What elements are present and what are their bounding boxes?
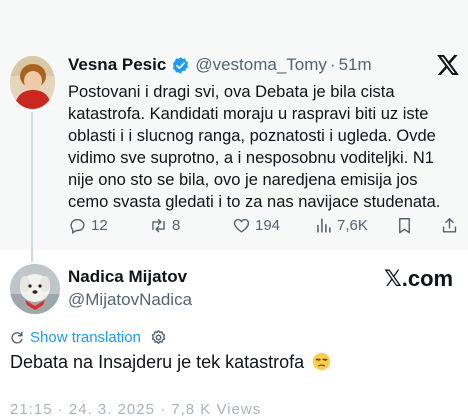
show-translation-link[interactable]: Show translation (30, 329, 141, 346)
author-name[interactable]: Vesna Pesic (68, 55, 166, 75)
bookmark-button[interactable] (395, 216, 414, 235)
translate-icon (11, 331, 23, 343)
views-count: 7,6K (337, 217, 368, 234)
reply-button[interactable]: 12 (68, 216, 108, 235)
reply-count: 12 (91, 217, 108, 234)
share-icon (442, 218, 457, 233)
repost-icon (152, 218, 165, 233)
tweet-text-line: cemo svasta gledati i to za nas navijace… (68, 193, 441, 211)
separator-dot: · (329, 55, 336, 74)
verified-badge-icon (173, 56, 189, 74)
tweet-actions-bar: 12 8 194 7,6K (68, 216, 460, 238)
like-icon (233, 218, 250, 233)
unamused-face-emoji (312, 352, 331, 371)
bookmark-icon (399, 218, 410, 234)
reply-text-content: Debata na Insajderu je tek katastrofa (10, 352, 305, 372)
x-logo-icon[interactable] (437, 55, 459, 75)
translation-row: Show translation (10, 327, 167, 347)
avatar-nadica-image (10, 264, 60, 314)
settings-icon[interactable] (150, 329, 167, 346)
thread-connector-line (31, 112, 33, 262)
tweet-text-line: katastrofa. Kandidati moraju u raspravi … (68, 105, 429, 123)
like-count: 194 (255, 217, 281, 234)
reply-icon (70, 218, 85, 234)
avatar[interactable] (10, 56, 55, 109)
views-icon (317, 218, 331, 233)
x-com-brand: 𝕏.com (384, 266, 454, 291)
share-button[interactable] (440, 216, 459, 235)
reply-author-handle[interactable]: @MijatovNadica (68, 290, 192, 310)
reply-author-name[interactable]: Nadica Mijatov (68, 267, 187, 287)
tweet-timestamp[interactable]: 51m (339, 55, 372, 75)
repost-count: 8 (172, 217, 181, 234)
author-handle[interactable]: @vestoma_Tomy (195, 55, 327, 75)
tweet-text-line: vidimo sve suprotno, a i nesposobnu vodi… (68, 149, 434, 167)
avatar-vesna-image (10, 56, 55, 109)
tweet-text-line: Postovani i dragi svi, ova Debata je bil… (68, 83, 395, 101)
reply-tweet-text: Debata na Insajderu je tek katastrofa (10, 352, 331, 373)
tweet-footer-partial: 21:15 · 24. 3. 2025 · 7,8 K Views (10, 401, 262, 418)
views-button[interactable]: 7,6K (314, 216, 368, 235)
avatar[interactable] (10, 264, 60, 314)
like-button[interactable]: 194 (232, 216, 280, 235)
tweet-text-line: nije ono sto se bila, ovo je naredjena e… (68, 171, 418, 189)
quoted-tweet-text: Postovani i dragi svi, ova Debata je bil… (68, 81, 460, 213)
repost-button[interactable]: 8 (149, 216, 180, 235)
quoted-tweet-header: Vesna Pesic @vestoma_Tomy · 51m (68, 53, 372, 77)
tweet-text-line: oblasti i i slucnog ranga, poznatosti i … (68, 127, 436, 145)
